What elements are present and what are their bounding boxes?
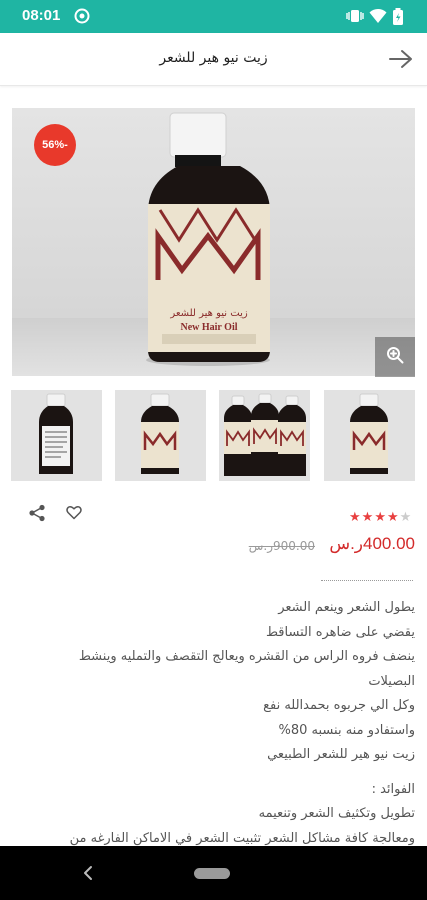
system-nav-bar [0, 846, 427, 900]
nav-back-icon[interactable] [82, 863, 94, 887]
description-line: يقضي على ضاهره التساقط [265, 624, 415, 640]
current-price: 400.00ر.س [329, 534, 415, 553]
description-line: يطول الشعر وينعم الشعر [278, 600, 415, 615]
benefits-title: الفوائد : [371, 781, 415, 797]
arrow-right-icon[interactable] [389, 49, 413, 73]
zoom-button[interactable] [375, 337, 415, 377]
thumbnail-3[interactable] [219, 390, 310, 481]
share-icon[interactable] [28, 504, 46, 526]
star-icon: ★ [349, 510, 362, 525]
benefit-line: تطويل وتكثيف الشعر وتنعيمه [258, 806, 415, 821]
page-title: زيت نيو هير للشعر [159, 50, 268, 66]
description-line: ينضف فروه الراس من القشره ويعالج التقصف … [78, 649, 415, 664]
thumbnail-2[interactable] [115, 390, 206, 481]
thumbnail-4[interactable] [324, 390, 415, 481]
status-time: 08:01 [22, 7, 61, 24]
magnifier-plus-icon [386, 346, 404, 368]
description-line: البصيلات [368, 673, 415, 689]
wifi-icon [369, 8, 387, 28]
thumbnail-1[interactable] [11, 390, 102, 481]
heart-icon[interactable] [66, 505, 82, 524]
star-rating: ★★★★★ [349, 510, 412, 525]
nav-home-pill[interactable] [194, 868, 230, 879]
vibrate-icon [346, 8, 364, 28]
star-icon: ★ [361, 510, 375, 525]
star-icon: ★ [386, 510, 400, 525]
product-description: يطول الشعر وينعم الشعر يقضي على ضاهره ال… [15, 596, 415, 851]
at-sign-icon [74, 8, 90, 28]
dotted-divider [321, 580, 413, 581]
description-line: وكل الي جربوه بحمدالله نفع [263, 698, 415, 713]
app-bar: زيت نيو هير للشعر [0, 33, 427, 86]
description-line: واستفادو منه بنسبه 80% [278, 722, 416, 738]
star-icon: ★ [399, 510, 413, 525]
discount-badge: 56%- [34, 124, 76, 166]
bottle-label-brand-en: New Hair Oil [180, 322, 237, 333]
bottle-label-brand: زيت نيو هير للشعر [169, 308, 248, 319]
battery-icon [392, 8, 404, 29]
status-bar: 08:01 [0, 0, 427, 33]
star-icon: ★ [374, 510, 387, 525]
description-line: زيت نيو هير للشعر الطبيعي [267, 747, 415, 762]
old-price: 900.00ر.س [248, 539, 315, 553]
